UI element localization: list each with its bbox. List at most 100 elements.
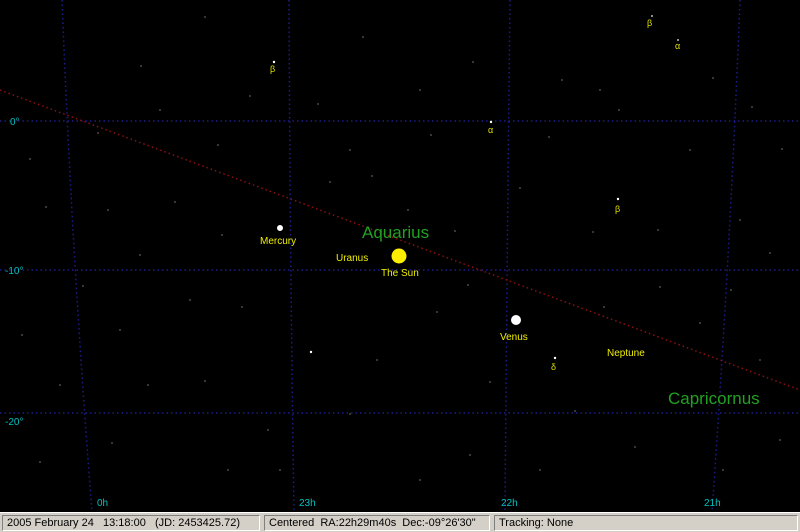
field-star bbox=[769, 252, 771, 254]
field-star bbox=[407, 209, 409, 211]
field-star bbox=[539, 469, 541, 471]
venus-label[interactable]: Venus bbox=[500, 332, 528, 343]
uranus-label[interactable]: Uranus bbox=[336, 253, 368, 264]
field-star bbox=[272, 60, 276, 64]
field-star bbox=[419, 89, 421, 91]
field-star bbox=[29, 158, 31, 160]
field-star bbox=[159, 109, 161, 111]
field-star bbox=[39, 461, 41, 463]
ra-line-21h bbox=[711, 0, 741, 512]
ra-label-0h: 0h bbox=[97, 498, 108, 509]
field-star bbox=[574, 410, 576, 412]
field-star bbox=[651, 15, 653, 17]
field-star bbox=[699, 322, 701, 324]
body-labels: The Sun Mercury Venus Uranus Neptune bbox=[260, 236, 645, 359]
field-star bbox=[751, 106, 753, 108]
ra-label-21h: 21h bbox=[704, 498, 721, 509]
field-star bbox=[279, 469, 281, 471]
field-star bbox=[616, 197, 620, 201]
status-tracking: Tracking: None bbox=[494, 515, 798, 531]
field-star bbox=[599, 89, 601, 91]
field-star bbox=[659, 286, 661, 288]
status-centered: Centered RA:22h29m40s Dec:-09°26'30" bbox=[264, 515, 490, 531]
field-star bbox=[227, 469, 229, 471]
field-star bbox=[111, 442, 113, 444]
field-star bbox=[419, 479, 421, 481]
mercury-label[interactable]: Mercury bbox=[260, 236, 296, 247]
constellation-labels: Aquarius Capricornus bbox=[362, 223, 760, 408]
field-star bbox=[97, 132, 99, 134]
field-star bbox=[139, 254, 141, 256]
field-star bbox=[603, 306, 605, 308]
field-star bbox=[349, 149, 351, 151]
sun-disk[interactable] bbox=[391, 248, 407, 264]
field-star bbox=[349, 413, 351, 415]
ra-label-22h: 22h bbox=[501, 498, 518, 509]
star-label-alpha-1: α bbox=[675, 41, 680, 51]
field-star bbox=[217, 144, 219, 146]
field-star bbox=[779, 439, 781, 441]
field-star bbox=[722, 469, 724, 471]
field-star bbox=[553, 356, 557, 360]
field-star bbox=[329, 181, 331, 183]
field-star bbox=[317, 103, 319, 105]
venus-dot[interactable] bbox=[511, 315, 521, 325]
field-star bbox=[147, 384, 149, 386]
constellation-aquarius[interactable]: Aquarius bbox=[362, 223, 429, 242]
status-datetime: 2005 February 24 13:18:00 (JD: 2453425.7… bbox=[2, 515, 260, 531]
field-star bbox=[454, 230, 456, 232]
field-star bbox=[781, 148, 783, 150]
constellation-capricornus[interactable]: Capricornus bbox=[668, 389, 760, 408]
coord-labels: 0° -10° -20° 0h 23h 22h 21h bbox=[5, 117, 721, 509]
ra-line-23h bbox=[288, 0, 295, 512]
field-star bbox=[592, 231, 594, 233]
star-label-delta: δ bbox=[551, 362, 556, 372]
field-star bbox=[82, 285, 84, 287]
dec-label-minus10: -10° bbox=[5, 266, 23, 277]
field-star bbox=[657, 229, 659, 231]
field-star bbox=[249, 95, 251, 97]
ra-line-22h bbox=[504, 0, 511, 512]
field-star bbox=[469, 454, 471, 456]
field-star bbox=[739, 219, 741, 221]
star-labels: β β α α β δ bbox=[270, 18, 680, 372]
field-star bbox=[267, 429, 269, 431]
ra-label-23h: 23h bbox=[299, 498, 316, 509]
field-star bbox=[362, 36, 364, 38]
ra-line-0h bbox=[61, 0, 93, 512]
field-star bbox=[376, 359, 378, 361]
field-star bbox=[174, 201, 176, 203]
neptune-label[interactable]: Neptune bbox=[607, 348, 645, 359]
dec-label-minus20: -20° bbox=[5, 417, 23, 428]
field-star bbox=[140, 65, 142, 67]
mercury-dot[interactable] bbox=[277, 225, 283, 231]
field-star bbox=[436, 311, 438, 313]
field-star bbox=[204, 380, 206, 382]
field-star bbox=[618, 109, 620, 111]
status-bar: 2005 February 24 13:18:00 (JD: 2453425.7… bbox=[0, 512, 800, 532]
field-star bbox=[519, 187, 521, 189]
field-star bbox=[634, 446, 636, 448]
field-star bbox=[241, 306, 243, 308]
field-star bbox=[759, 359, 761, 361]
sky-chart[interactable]: 0° -10° -20° 0h 23h 22h 21h Aquarius Cap… bbox=[0, 0, 800, 512]
star-label-beta-3: β bbox=[615, 204, 620, 214]
star-label-beta-2: β bbox=[647, 18, 652, 28]
field-star bbox=[730, 289, 732, 291]
dec-label-0: 0° bbox=[10, 117, 20, 128]
field-star bbox=[430, 134, 432, 136]
field-star bbox=[221, 234, 223, 236]
field-stars bbox=[21, 15, 783, 481]
field-star bbox=[204, 16, 206, 18]
field-star bbox=[467, 284, 469, 286]
field-star bbox=[309, 350, 313, 354]
star-label-beta-1: β bbox=[270, 64, 275, 74]
field-star bbox=[561, 79, 563, 81]
field-star bbox=[489, 381, 491, 383]
sun-label[interactable]: The Sun bbox=[381, 268, 419, 279]
field-star bbox=[548, 136, 550, 138]
field-star bbox=[489, 120, 493, 124]
field-star bbox=[119, 329, 121, 331]
field-star bbox=[189, 299, 191, 301]
star-label-alpha-2: α bbox=[488, 125, 493, 135]
